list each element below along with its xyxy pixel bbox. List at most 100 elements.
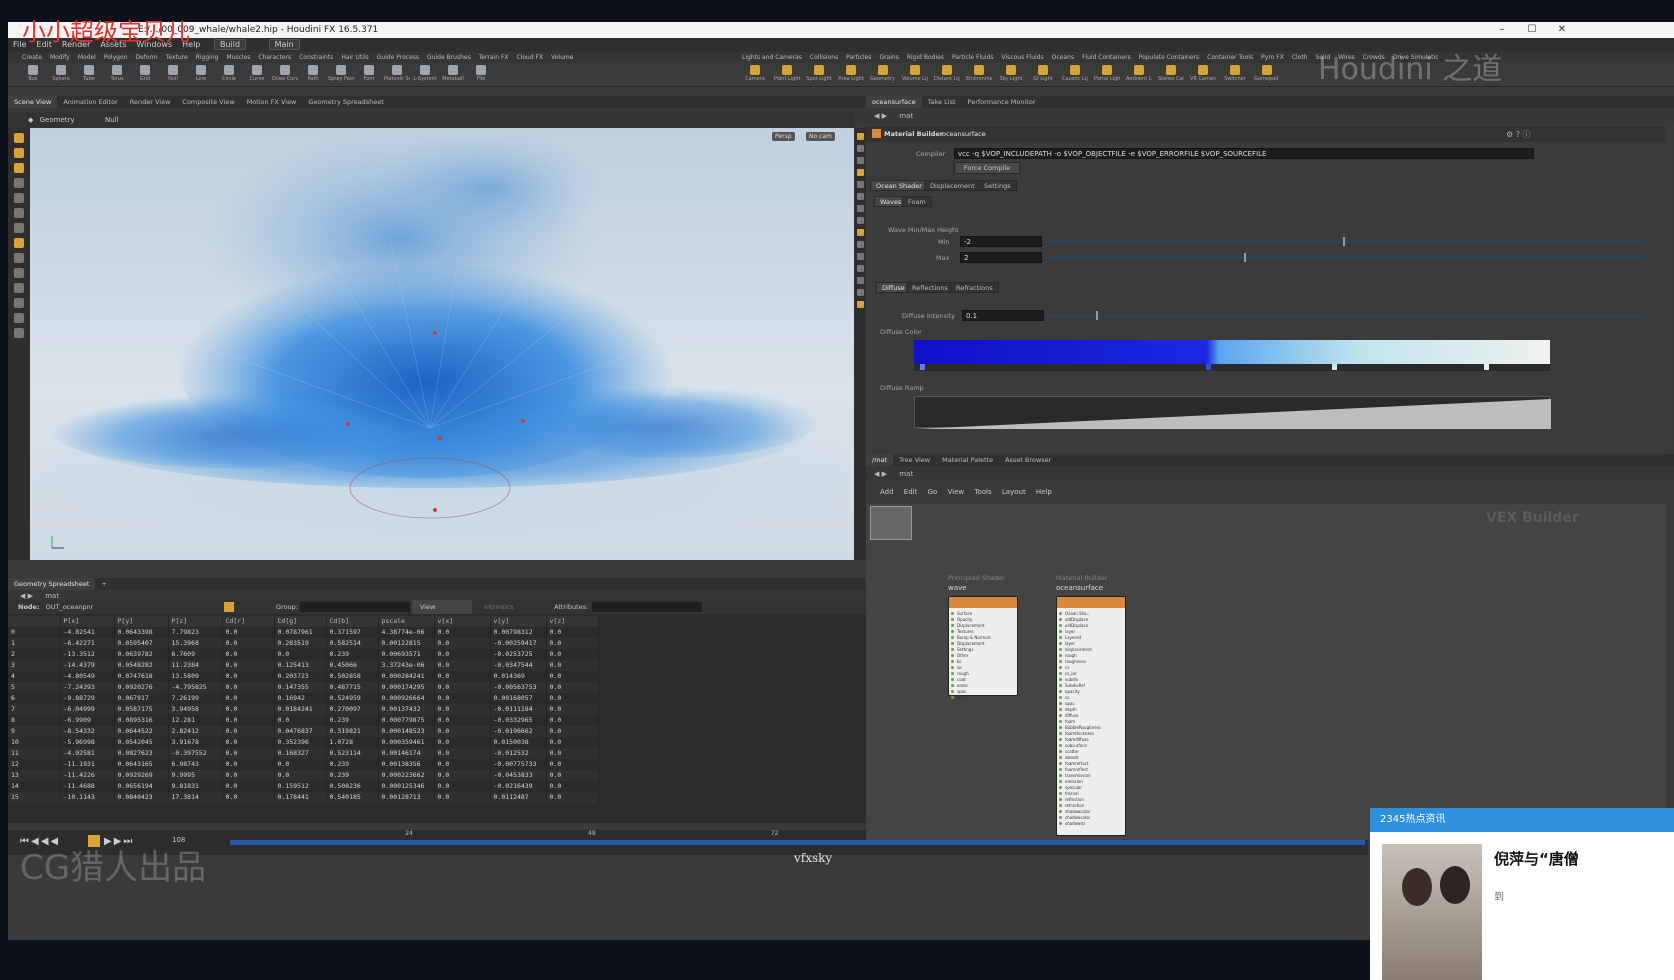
shelf-tool-right-15[interactable]: Switcher bbox=[1222, 65, 1248, 87]
tab-composite-view[interactable]: Composite View bbox=[176, 96, 240, 108]
shelf-tab-8[interactable]: Characters bbox=[254, 52, 295, 63]
add-tab-icon[interactable]: + bbox=[95, 578, 112, 590]
tab-mat-network[interactable]: /mat bbox=[866, 454, 894, 466]
tab-performance-monitor[interactable]: Performance Monitor bbox=[962, 96, 1042, 108]
node-port[interactable]: aniso bbox=[949, 683, 1017, 688]
shelf-tab-0[interactable]: Create bbox=[18, 52, 46, 63]
node-port[interactable]: fresnel bbox=[1057, 791, 1125, 796]
node-port[interactable]: shadowcolor bbox=[1057, 809, 1125, 814]
shelf-tab-right-3[interactable]: Grains bbox=[875, 52, 902, 63]
shelf-tool-10[interactable]: Path bbox=[300, 65, 326, 87]
shelf-tool-right-7[interactable]: Environment Light bbox=[966, 65, 992, 87]
shelf-tab-right-7[interactable]: Oceans bbox=[1048, 52, 1078, 63]
shelf-tool-4[interactable]: Grid bbox=[132, 65, 158, 87]
network-view[interactable]: Principled Shader wave Surface Opacity Dis… bbox=[866, 504, 1666, 840]
shelf-tab-10[interactable]: Hair Utils bbox=[337, 52, 372, 63]
min-field[interactable]: -2 bbox=[960, 236, 1042, 247]
shelf-tab-11[interactable]: Guide Process bbox=[373, 52, 423, 63]
shelf-tool-13[interactable]: Platonic Solids bbox=[384, 65, 410, 87]
node-port[interactable]: Ocean Sha... bbox=[1057, 611, 1125, 616]
lock-icon[interactable] bbox=[856, 157, 864, 164]
tab-geometry-spreadsheet[interactable]: Geometry Spreadsheet bbox=[302, 96, 389, 108]
table-row[interactable]: 7 -6.04999 0.0587175 3.94958 0.0 0.0184241 0.2… bbox=[8, 704, 599, 715]
params-path[interactable]: mat bbox=[899, 112, 913, 120]
tab-displacement[interactable]: Displacement bbox=[924, 180, 981, 191]
light-toggle-icon[interactable] bbox=[856, 181, 864, 188]
net-menu-go[interactable]: Go bbox=[928, 488, 938, 496]
params-nav-icon[interactable]: ◀ ▶ bbox=[874, 112, 887, 120]
shelf-tool-8[interactable]: Curve bbox=[244, 65, 270, 87]
net-menu-layout[interactable]: Layout bbox=[1002, 488, 1026, 496]
node-port[interactable]: BubbleRoughness bbox=[1057, 725, 1125, 730]
node-port[interactable]: Bump & Normals bbox=[949, 635, 1017, 640]
tab-scene-view[interactable]: Scene View bbox=[8, 96, 58, 108]
shelf-tab-3[interactable]: Polygon bbox=[100, 52, 132, 63]
shelf-tool-right-3[interactable]: Area Light bbox=[838, 65, 864, 87]
node-port[interactable]: subdiv bbox=[1057, 677, 1125, 682]
nav-arrows-icon[interactable]: ◀ ▶ bbox=[20, 592, 33, 600]
ghost-icon[interactable] bbox=[856, 229, 864, 236]
shelf-tool-right-12[interactable]: Ambient Light bbox=[1126, 65, 1152, 87]
light-icon[interactable] bbox=[14, 313, 24, 323]
table-row[interactable]: 12 -11.1931 0.0643165 6.98743 0.0 0.0 0.239 0.0… bbox=[8, 759, 599, 770]
node-port[interactable]: cs bbox=[1057, 695, 1125, 700]
shelf-tool-right-1[interactable]: Point Light bbox=[774, 65, 800, 87]
node-name-field[interactable]: oceansurface bbox=[942, 130, 986, 138]
shading-icon[interactable] bbox=[856, 169, 864, 176]
net-menu-view[interactable]: View bbox=[948, 488, 965, 496]
tab-animation-editor[interactable]: Animation Editor bbox=[57, 96, 123, 108]
column-header[interactable]: v[z] bbox=[546, 616, 599, 627]
node-port[interactable]: bc bbox=[949, 659, 1017, 664]
table-row[interactable]: 8 -6.9909 0.0895316 12.281 0.0 0.0 0.239 0.0007… bbox=[8, 715, 599, 726]
node-port[interactable]: displacement bbox=[1057, 647, 1125, 652]
shelf-tab-1[interactable]: Modify bbox=[46, 52, 74, 63]
camera-icon[interactable] bbox=[14, 298, 24, 308]
select-tool-icon[interactable] bbox=[14, 133, 24, 143]
handle-tool-icon[interactable] bbox=[14, 193, 24, 203]
shelf-tool-right-0[interactable]: Camera bbox=[742, 65, 768, 87]
table-row[interactable]: 14 -11.4688 0.0656194 9.81831 0.0 0.159512 0.5… bbox=[8, 781, 599, 792]
shelf-tool-right-13[interactable]: Stereo Camera bbox=[1158, 65, 1184, 87]
shelf-tool-15[interactable]: Metaball bbox=[440, 65, 466, 87]
popup-image[interactable] bbox=[1382, 844, 1482, 980]
node-port[interactable]: refraction bbox=[1057, 803, 1125, 808]
min-slider-handle[interactable] bbox=[1343, 237, 1345, 246]
principled-shader-node[interactable]: Surface Opacity Displacement Textures Bump &… bbox=[948, 596, 1018, 700]
tab-tree-view[interactable]: Tree View bbox=[893, 454, 936, 466]
node-port[interactable]: spec bbox=[949, 689, 1017, 694]
shelf-tool-2[interactable]: Tube bbox=[76, 65, 102, 87]
close-button[interactable]: ✕ bbox=[1548, 22, 1576, 38]
shelf-tool-right-4[interactable]: Geometry Light bbox=[870, 65, 896, 87]
shelf-tool-right-10[interactable]: Caustic Light bbox=[1062, 65, 1088, 87]
shelf-tool-0[interactable]: Box bbox=[20, 65, 46, 87]
node-port[interactable]: Displacement bbox=[949, 641, 1017, 646]
table-row[interactable]: 5 -7.24393 0.0920276 -4.795825 0.0 0.147355 0.… bbox=[8, 682, 599, 693]
node-port[interactable]: opac bbox=[1057, 701, 1125, 706]
column-header[interactable]: P[z] bbox=[168, 616, 223, 627]
shelf-tab-right-0[interactable]: Lights and Cameras bbox=[738, 52, 806, 63]
tab-settings[interactable]: Settings bbox=[978, 180, 1017, 191]
shelf-tool-right-11[interactable]: Portal Light bbox=[1094, 65, 1120, 87]
render-region-icon[interactable] bbox=[856, 301, 864, 308]
node-port[interactable]: oldDisplace bbox=[1057, 617, 1125, 622]
node-port[interactable]: Opacity bbox=[949, 617, 1017, 622]
net-menu-tools[interactable]: Tools bbox=[974, 488, 991, 496]
popup-headline[interactable]: 倪萍与“唐僧 bbox=[1494, 848, 1579, 869]
shelf-tab-right-2[interactable]: Particles bbox=[842, 52, 875, 63]
tab-motion-fx-view[interactable]: Motion FX View bbox=[241, 96, 303, 108]
network-path[interactable]: mat bbox=[899, 470, 913, 478]
brush-tool-icon[interactable] bbox=[14, 223, 24, 233]
shelf-tool-right-16[interactable]: Gamepad Camera bbox=[1254, 65, 1280, 87]
node-port[interactable]: subsurface bbox=[1057, 743, 1125, 748]
node-port[interactable]: transmission bbox=[1057, 773, 1125, 778]
null-label[interactable]: Null bbox=[105, 116, 119, 124]
normals-icon[interactable] bbox=[856, 205, 864, 212]
shelf-tab-right-5[interactable]: Particle Fluids bbox=[948, 52, 998, 63]
table-row[interactable]: 13 -11.4226 0.0929269 9.9995 0.0 0.0 0.239 0.00… bbox=[8, 770, 599, 781]
render-icon[interactable] bbox=[14, 328, 24, 338]
scene-viewport[interactable]: Persp No cam bbox=[30, 128, 854, 560]
tab-ocean-shader[interactable]: Ocean Shader bbox=[870, 180, 928, 191]
node-port[interactable]: rough bbox=[949, 671, 1017, 676]
tab-geometry-spreadsheet-active[interactable]: Geometry Spreadsheet bbox=[8, 578, 96, 590]
node-port[interactable]: Other bbox=[949, 653, 1017, 658]
